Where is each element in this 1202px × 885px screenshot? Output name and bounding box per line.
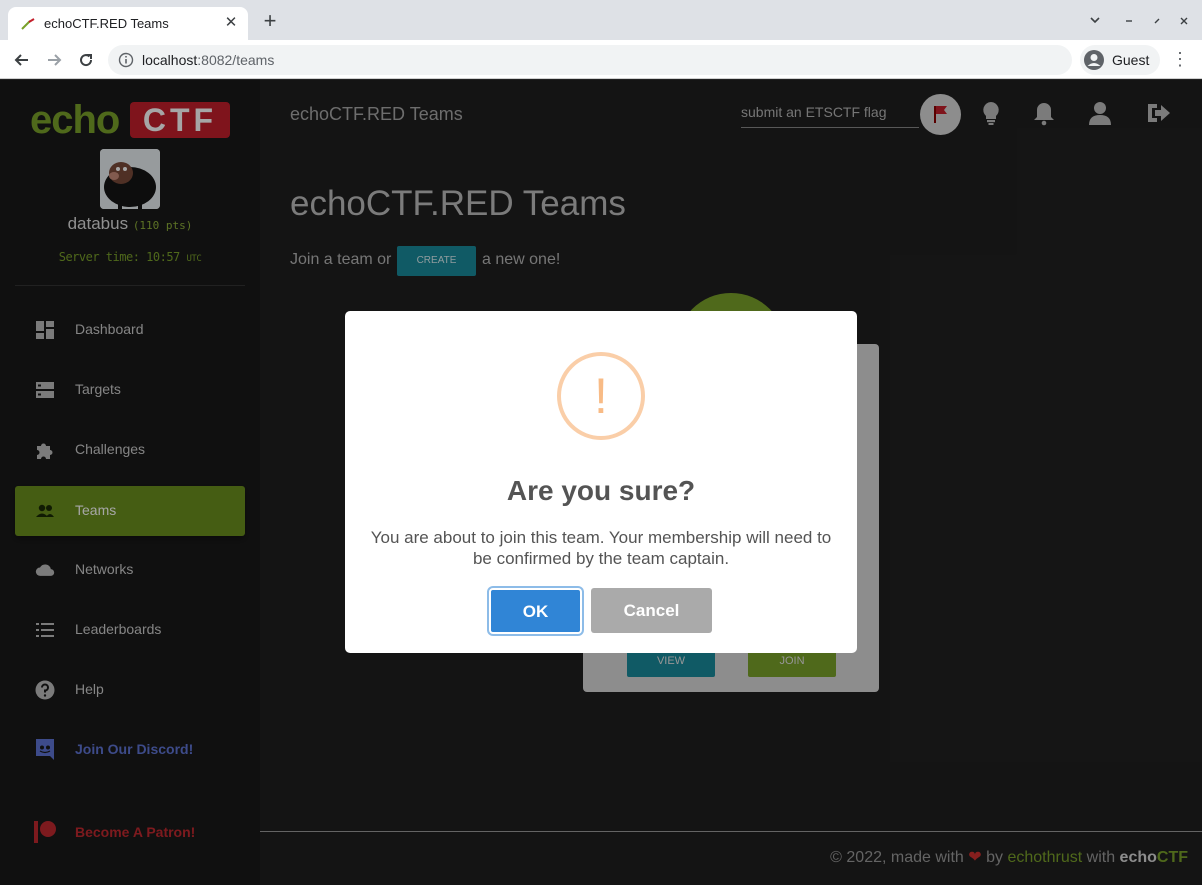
browser-tab[interactable]: echoCTF.RED Teams ✕ (8, 7, 248, 40)
account-icon (1084, 50, 1104, 70)
back-icon[interactable] (9, 47, 35, 73)
forward-icon[interactable] (41, 47, 67, 73)
favicon-icon (21, 18, 35, 30)
dialog-title: Are you sure? (506, 475, 696, 506)
menu-icon[interactable]: ⋮ (1170, 48, 1190, 72)
window-close-icon[interactable] (1172, 10, 1196, 34)
warning-icon: ! (557, 352, 645, 440)
close-tab-icon[interactable]: ✕ (222, 14, 240, 32)
new-tab-button[interactable]: + (258, 10, 282, 34)
url-text: localhost:8082/teams (142, 52, 274, 68)
warning-glyph: ! (594, 368, 608, 424)
url-path: :8082/teams (197, 52, 275, 68)
ok-button[interactable]: OK (489, 588, 582, 634)
dialog-message: You are about to join this team. Your me… (370, 528, 832, 568)
cancel-button[interactable]: Cancel (591, 588, 712, 633)
restore-icon[interactable] (1145, 10, 1169, 34)
tab-title: echoCTF.RED Teams (44, 16, 169, 31)
confirm-dialog: ! Are you sure? You are about to join th… (345, 311, 857, 653)
url-host: localhost (142, 52, 198, 68)
minimize-icon[interactable] (1117, 10, 1141, 34)
tab-search-icon[interactable] (1083, 10, 1107, 34)
reload-icon[interactable] (73, 47, 99, 73)
info-icon[interactable] (118, 52, 134, 68)
browser-tabstrip: echoCTF.RED Teams ✕ + (0, 0, 1202, 40)
address-bar[interactable]: localhost:8082/teams (108, 45, 1072, 75)
browser-toolbar: localhost:8082/teams Guest ⋮ (0, 40, 1202, 79)
profile-label: Guest (1112, 52, 1150, 68)
profile-button[interactable]: Guest (1080, 45, 1160, 75)
